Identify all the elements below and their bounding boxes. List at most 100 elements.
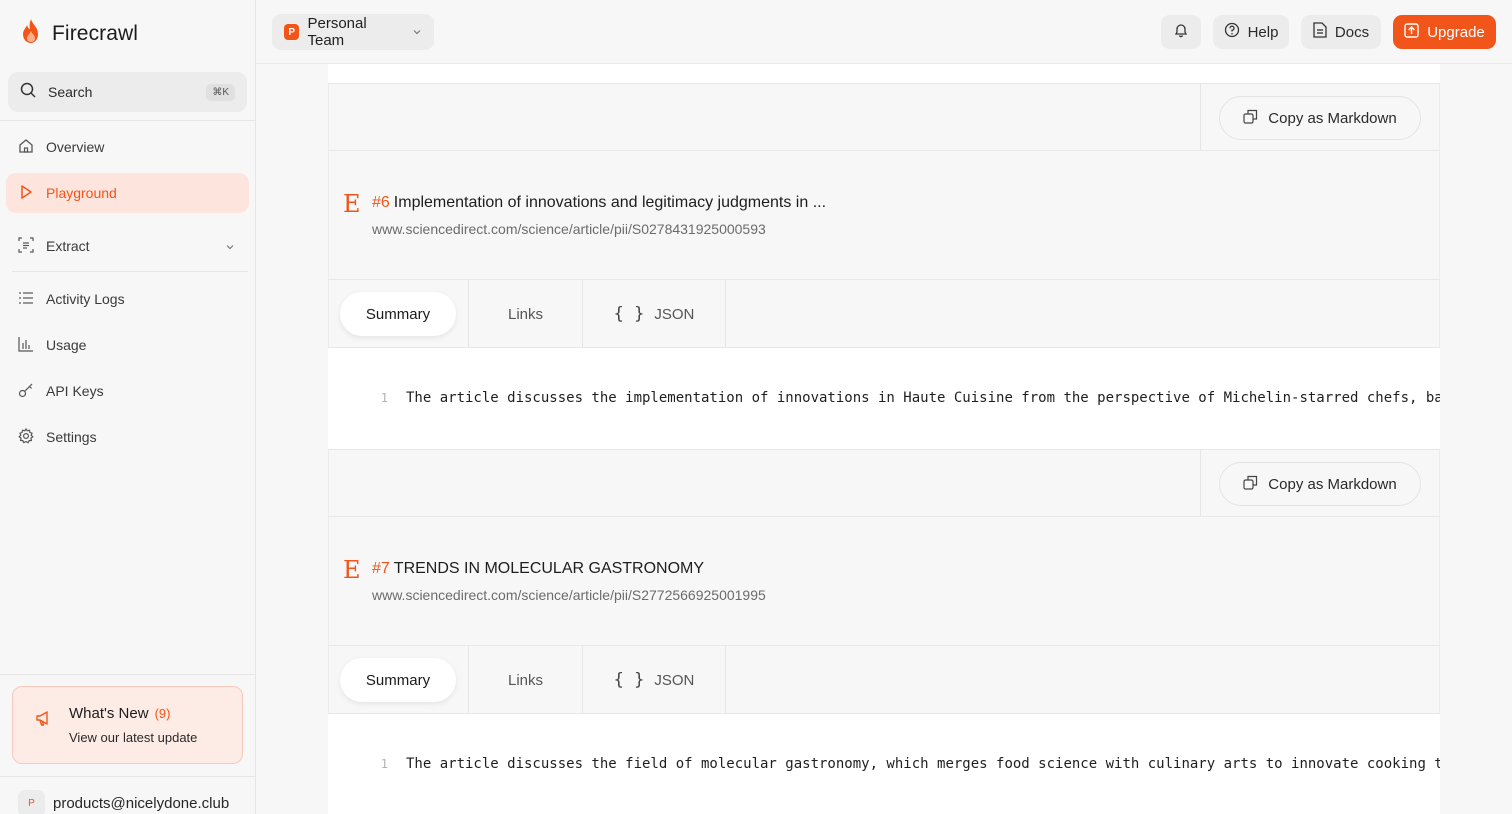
- whats-new-card[interactable]: What's New (9) View our latest update: [12, 686, 243, 764]
- avatar: P: [18, 790, 45, 814]
- line-number: 1: [380, 757, 388, 771]
- sidebar-item-label: Overview: [46, 139, 105, 155]
- upgrade-label: Upgrade: [1427, 23, 1485, 41]
- tab-summary[interactable]: Summary: [328, 646, 469, 714]
- previous-result-content: [328, 64, 1440, 84]
- sidebar-item-settings[interactable]: Settings: [6, 417, 249, 457]
- brand-name: Firecrawl: [52, 21, 139, 45]
- sidebar-item-extract[interactable]: Extract: [6, 226, 249, 266]
- docs-button[interactable]: Docs: [1301, 15, 1381, 49]
- tab-label: Links: [507, 305, 544, 323]
- result-title-text: TRENDS IN MOLECULAR GASTRONOMY: [393, 560, 705, 577]
- home-icon: [18, 138, 34, 157]
- account-email: products@nicelydone.club: [53, 795, 230, 812]
- sidebar-item-api-keys[interactable]: API Keys: [6, 371, 249, 411]
- result-url[interactable]: www.sciencedirect.com/science/article/pi…: [372, 221, 826, 237]
- divider: [12, 271, 248, 272]
- braces-icon: { }: [613, 670, 645, 690]
- upgrade-icon: [1404, 22, 1419, 42]
- sidebar-item-label: Usage: [46, 337, 87, 353]
- team-selector[interactable]: P Personal Team: [272, 14, 434, 50]
- copy-as-markdown-button[interactable]: Copy as Markdown: [1219, 96, 1421, 140]
- elsevier-favicon-icon: E: [343, 556, 361, 584]
- notifications-button[interactable]: [1161, 15, 1201, 49]
- topbar: P Personal Team Help Docs Upgrade: [256, 0, 1512, 64]
- whats-new-count: (9): [154, 706, 171, 721]
- tab-json[interactable]: { } JSON: [583, 280, 726, 348]
- sidebar-item-label: API Keys: [46, 383, 104, 399]
- tab-links[interactable]: Links: [469, 280, 583, 348]
- upgrade-button[interactable]: Upgrade: [1393, 15, 1496, 49]
- tab-label: Links: [507, 671, 544, 689]
- account-menu[interactable]: P products@nicelydone.club: [18, 790, 229, 814]
- result-header: E #7 TRENDS IN MOLECULAR GASTRONOMY www.s…: [343, 556, 766, 603]
- result-number: #6: [372, 194, 390, 211]
- search-shortcut: ⌘K: [206, 83, 235, 101]
- sidebar-item-usage[interactable]: Usage: [6, 325, 249, 365]
- sidebar-item-activity-logs[interactable]: Activity Logs: [6, 279, 249, 319]
- code-line: 1 The article discusses the implementatio…: [358, 390, 1440, 406]
- brand[interactable]: Firecrawl: [20, 18, 138, 49]
- megaphone-icon: [35, 709, 53, 732]
- help-circle-icon: [1224, 22, 1240, 42]
- result-number: #7: [372, 560, 390, 577]
- result-title-text: Implementation of innovations and legiti…: [393, 194, 827, 211]
- sidebar-item-playground[interactable]: Playground: [6, 173, 249, 213]
- whats-new-title: What's New (9): [69, 705, 170, 722]
- sidebar: Firecrawl Search ⌘K Overview Playground …: [0, 0, 256, 814]
- result-url[interactable]: www.sciencedirect.com/science/article/pi…: [372, 587, 766, 603]
- sidebar-item-label: Settings: [46, 429, 97, 445]
- copy-markdown-cell: Copy as Markdown: [1200, 450, 1438, 516]
- play-icon: [18, 184, 34, 203]
- docs-label: Docs: [1334, 23, 1370, 41]
- sidebar-item-label: Activity Logs: [46, 291, 125, 307]
- gear-icon: [18, 427, 34, 447]
- result-title[interactable]: #6 Implementation of innovations and legi…: [372, 194, 826, 212]
- sidebar-item-overview[interactable]: Overview: [6, 127, 249, 167]
- copy-icon: [1243, 475, 1258, 494]
- flame-logo-icon: [20, 18, 42, 49]
- help-button[interactable]: Help: [1213, 15, 1289, 49]
- tab-label: Summary: [365, 305, 431, 323]
- result-title[interactable]: #7 TRENDS IN MOLECULAR GASTRONOMY: [372, 560, 766, 578]
- search-label: Search: [48, 84, 93, 100]
- tab-summary[interactable]: Summary: [328, 280, 469, 348]
- bar-chart-icon: [18, 336, 34, 355]
- copy-label: Copy as Markdown: [1268, 109, 1397, 127]
- sidebar-item-label: Playground: [46, 185, 117, 201]
- whats-new-label: What's New: [69, 705, 149, 722]
- bell-icon: [1173, 22, 1189, 42]
- divider: [328, 150, 1440, 151]
- summary-text: The article discusses the field of molec…: [406, 756, 1440, 772]
- divider: [0, 776, 256, 777]
- tab-label: JSON: [654, 305, 695, 323]
- summary-text: The article discusses the implementation…: [406, 390, 1440, 406]
- team-name: Personal Team: [307, 15, 367, 49]
- tab-label: JSON: [654, 671, 695, 689]
- extract-icon: [18, 236, 34, 256]
- result-tabs: Summary Links { } JSON: [328, 279, 1440, 348]
- code-line: 1 The article discusses the field of mole…: [358, 756, 1440, 772]
- copy-label: Copy as Markdown: [1268, 475, 1397, 493]
- divider: [0, 120, 256, 121]
- tab-json[interactable]: { } JSON: [583, 646, 726, 714]
- tab-label: Summary: [365, 671, 431, 689]
- copy-as-markdown-button[interactable]: Copy as Markdown: [1219, 462, 1421, 506]
- search-bar[interactable]: Search ⌘K: [8, 72, 247, 112]
- divider: [0, 674, 256, 675]
- copy-markdown-cell: Copy as Markdown: [1200, 84, 1438, 150]
- document-icon: [1313, 22, 1327, 42]
- whats-new-subtitle: View our latest update: [69, 730, 198, 745]
- team-badge: P: [284, 24, 300, 40]
- chevron-down-icon: [225, 239, 235, 255]
- result-tabs: Summary Links { } JSON: [328, 645, 1440, 714]
- copy-icon: [1243, 109, 1258, 128]
- results-area: Copy as Markdown E #6 Implementation of i…: [256, 64, 1512, 814]
- summary-code-block: 1 The article discusses the implementatio…: [328, 347, 1440, 450]
- elsevier-favicon-icon: E: [343, 190, 361, 218]
- search-icon: [20, 82, 36, 103]
- braces-icon: { }: [613, 304, 645, 324]
- result-header: E #6 Implementation of innovations and le…: [343, 190, 826, 237]
- sidebar-item-label: Extract: [46, 238, 90, 254]
- tab-links[interactable]: Links: [469, 646, 583, 714]
